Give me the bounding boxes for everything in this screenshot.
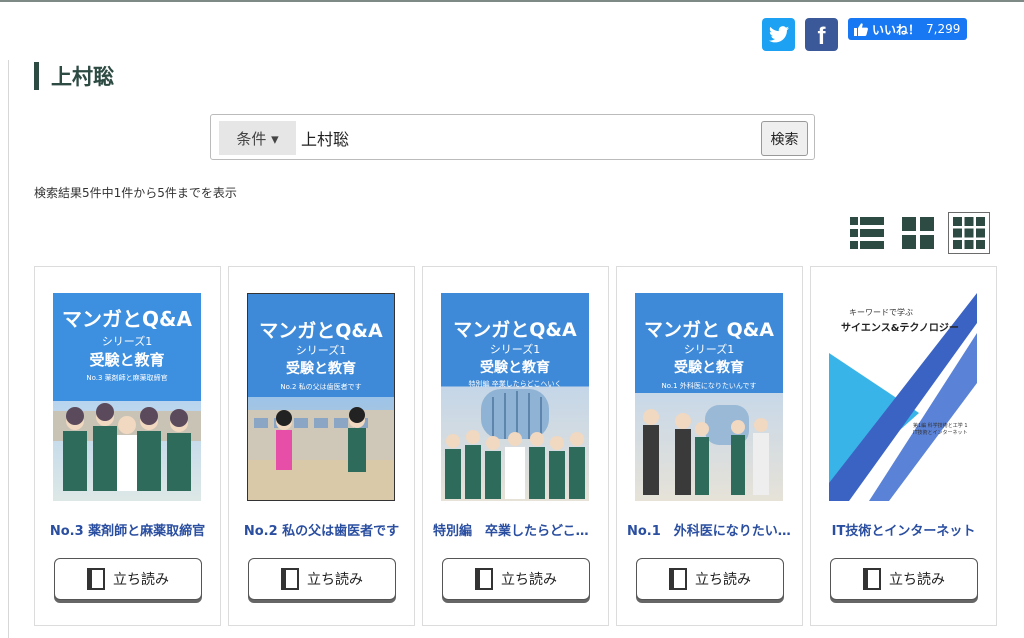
book-card: マンガと Q&A シリーズ1 受験と教育 No.1 外科医になりたいんです No… xyxy=(616,266,803,626)
facebook-share-button[interactable]: f xyxy=(805,18,838,51)
cover-title: マンガとQ&A xyxy=(259,320,383,342)
preview-label: 立ち読み xyxy=(501,572,557,588)
book-grid: マンガとQ&A シリーズ1 受験と教育 No.3 薬剤師と麻薬取締官 No.3 … xyxy=(34,266,997,626)
result-summary: 検索結果5件中1件から5件までを表示 xyxy=(34,186,237,200)
book-cover[interactable]: マンガと Q&A シリーズ1 受験と教育 No.1 外科医になりたいんです xyxy=(635,293,783,501)
book-card: マンガとQ&A シリーズ1 受験と教育 No.3 薬剤師と麻薬取締官 No.3 … xyxy=(34,266,221,626)
view-toggles xyxy=(846,212,990,254)
book-cover[interactable]: マンガとQ&A シリーズ1 受験と教育 No.3 薬剤師と麻薬取締官 xyxy=(53,293,201,501)
cover-volume: No.3 薬剤師と麻薬取締官 xyxy=(86,374,168,382)
large-grid-icon xyxy=(902,217,934,249)
search-input[interactable] xyxy=(301,121,751,155)
cover-volume: No.1 外科医になりたいんです xyxy=(661,382,757,390)
cover-volume: 第1編 科学技術と工学 1 IT技術とインターネット xyxy=(913,423,968,436)
preview-button[interactable]: 立ち読み xyxy=(54,558,202,600)
condition-select[interactable]: 条件 ▾ xyxy=(219,121,296,155)
book-icon xyxy=(281,568,299,590)
book-title-link[interactable]: No.1 外科医になりたいんです xyxy=(627,520,792,539)
preview-label: 立ち読み xyxy=(307,572,363,588)
book-icon xyxy=(863,568,881,590)
preview-button[interactable]: 立ち読み xyxy=(830,558,978,600)
book-title-link[interactable]: No.3 薬剤師と麻薬取締官 xyxy=(45,520,210,539)
page-heading: 上村聡 xyxy=(34,62,114,90)
book-cover[interactable]: マンガとQ&A シリーズ1 受験と教育 特別編 卒業したらどこへいく xyxy=(441,293,589,501)
preview-button[interactable]: 立ち読み xyxy=(442,558,590,600)
cover-title: サイエンス&テクノロジー xyxy=(841,323,959,334)
left-rule xyxy=(8,60,9,638)
like-label: いいね！ xyxy=(872,22,921,37)
book-card: マンガとQ&A シリーズ1 受験と教育 特別編 卒業したらどこへいく 特別編 卒… xyxy=(422,266,609,626)
cover-series: シリーズ1 xyxy=(489,343,541,356)
cover-title: マンガとQ&A xyxy=(62,307,192,331)
book-card: キーワードで学ぶ サイエンス&テクノロジー 第1編 科学技術と工学 1 IT技術… xyxy=(810,266,997,626)
page-title: 上村聡 xyxy=(51,65,114,89)
social-buttons: f いいね！ 7,299 xyxy=(762,18,968,51)
cover-illustration xyxy=(445,389,585,499)
small-grid-icon xyxy=(953,217,985,249)
cover-illustration xyxy=(53,403,201,491)
book-icon xyxy=(669,568,687,590)
cover-series: キーワードで学ぶ xyxy=(849,308,913,317)
book-title-link[interactable]: No.2 私の父は歯医者です xyxy=(239,520,404,539)
preview-label: 立ち読み xyxy=(695,572,751,588)
small-grid-view-button[interactable] xyxy=(948,212,990,254)
cover-subtitle: 受験と教育 xyxy=(674,360,744,376)
book-title-link[interactable]: 特別編 卒業したらどこへいく xyxy=(433,520,598,539)
book-cover[interactable]: マンガとQ&A シリーズ1 受験と教育 No.2 私の父は歯医者です xyxy=(247,293,395,501)
cover-volume: No.2 私の父は歯医者です xyxy=(280,383,362,391)
large-grid-view-button[interactable] xyxy=(897,212,939,254)
list-view-button[interactable] xyxy=(846,212,888,254)
cover-subtitle: 受験と教育 xyxy=(89,351,165,369)
list-view-icon xyxy=(850,217,884,249)
cover-volume: 特別編 卒業したらどこへいく xyxy=(468,380,562,388)
top-rule xyxy=(0,0,1024,2)
cover-illustration xyxy=(248,407,394,500)
cover-series: シリーズ1 xyxy=(683,343,735,356)
book-title-link[interactable]: IT技術とインターネット xyxy=(821,520,986,539)
facebook-icon: f xyxy=(817,22,826,50)
preview-label: 立ち読み xyxy=(113,572,169,588)
book-icon xyxy=(87,568,105,590)
cover-title: マンガと Q&A xyxy=(643,319,775,341)
preview-button[interactable]: 立ち読み xyxy=(636,558,784,600)
search-button[interactable]: 検索 xyxy=(761,121,808,156)
book-card: マンガとQ&A シリーズ1 受験と教育 No.2 私の父は歯医者です No.2 … xyxy=(228,266,415,626)
thumbs-up-icon xyxy=(854,22,868,36)
twitter-icon xyxy=(768,26,789,43)
preview-button[interactable]: 立ち読み xyxy=(248,558,396,600)
twitter-share-button[interactable] xyxy=(762,18,795,51)
cover-subtitle: 受験と教育 xyxy=(480,360,550,376)
preview-label: 立ち読み xyxy=(889,572,945,588)
title-accent-bar xyxy=(34,62,39,90)
cover-series: シリーズ1 xyxy=(295,344,347,357)
like-count: 7,299 xyxy=(926,22,961,36)
cover-illustration xyxy=(643,405,769,495)
search-box: 条件 ▾ 検索 xyxy=(210,114,815,160)
cover-title: マンガとQ&A xyxy=(453,319,577,341)
facebook-like-button[interactable]: いいね！ 7,299 xyxy=(848,18,968,40)
book-cover[interactable]: キーワードで学ぶ サイエンス&テクノロジー 第1編 科学技術と工学 1 IT技術… xyxy=(829,293,977,501)
cover-subtitle: 受験と教育 xyxy=(286,361,356,377)
cover-series: シリーズ1 xyxy=(101,335,153,348)
book-icon xyxy=(475,568,493,590)
